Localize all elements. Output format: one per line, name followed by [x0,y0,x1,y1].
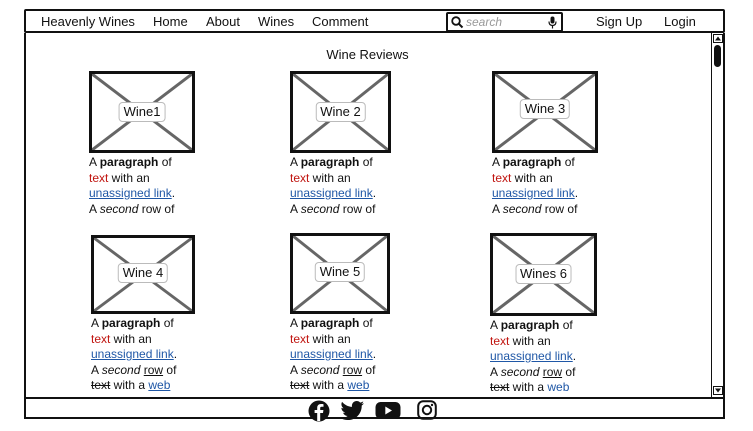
web-link[interactable]: web [148,378,170,392]
wine-card: Wine1 A paragraph of text with an unassi… [89,71,209,217]
wine-label: Wines 6 [515,263,572,284]
wine-image-placeholder: Wines 6 [490,233,597,316]
wine-description: A paragraph of text with an unassigned l… [492,155,579,216]
youtube-icon[interactable] [375,401,401,420]
wine-image-placeholder: Wine 2 [290,71,391,153]
wine-description: A paragraph of text with an unassigned l… [290,155,377,216]
unassigned-link[interactable]: unassigned link [492,186,575,200]
wine-image-placeholder: Wine 4 [91,235,195,314]
wine-card: Wine 3 A paragraph of text with an unass… [492,71,612,217]
unassigned-link[interactable]: unassigned link [89,186,172,200]
nav-comment[interactable]: Comment [312,14,368,30]
wine-card: Wine 5 A paragraph of text with an unass… [290,233,410,394]
nav-about[interactable]: About [206,14,240,30]
facebook-icon[interactable] [308,400,330,422]
wine-label: Wine 3 [519,98,571,119]
wine-card: Wine 4 A paragraph of text with an unass… [91,235,211,394]
wine-image-placeholder: Wine1 [89,71,195,153]
microphone-icon[interactable] [548,16,557,29]
wine-label: Wine 5 [314,262,366,282]
login-link[interactable]: Login [664,14,696,30]
web-link[interactable]: web [547,380,569,394]
wine-image-placeholder: Wine 3 [492,71,598,153]
scroll-thumb[interactable] [714,45,721,67]
unassigned-link[interactable]: unassigned link [290,347,373,361]
instagram-icon[interactable] [417,400,437,420]
wine-label: Wine 2 [315,102,366,122]
vertical-scrollbar[interactable] [711,33,724,397]
footer-bar [24,397,725,422]
unassigned-link[interactable]: unassigned link [91,347,174,361]
unassigned-link[interactable]: unassigned link [290,186,373,200]
search-icon [451,16,464,29]
wine-label: Wine 4 [117,263,169,284]
nav-wines[interactable]: Wines [258,14,294,30]
nav-home[interactable]: Home [153,14,188,30]
search-box[interactable] [446,12,563,32]
brand-link[interactable]: Heavenly Wines [41,14,135,30]
signup-link[interactable]: Sign Up [596,14,642,30]
wine-description: A paragraph of text with an unassigned l… [290,316,377,392]
wine-card: Wines 6 A paragraph of text with an unas… [490,233,610,396]
top-navbar: Heavenly Wines Home About Wines Comment … [24,9,725,33]
wine-description: A paragraph of text with an unassigned l… [89,155,176,216]
page-title: Wine Reviews [326,47,409,62]
wine-description: A paragraph of text with an unassigned l… [91,316,178,392]
scroll-down-arrow-icon[interactable] [713,386,723,395]
search-input[interactable] [466,15,544,29]
twitter-icon[interactable] [339,401,366,421]
wine-description: A paragraph of text with an unassigned l… [490,318,577,394]
web-link[interactable]: web [347,378,369,392]
wine-image-placeholder: Wine 5 [290,233,390,314]
wine-card: Wine 2 A paragraph of text with an unass… [290,71,410,217]
wine-label: Wine1 [118,102,166,122]
scroll-up-arrow-icon[interactable] [713,34,723,43]
unassigned-link[interactable]: unassigned link [490,349,573,363]
